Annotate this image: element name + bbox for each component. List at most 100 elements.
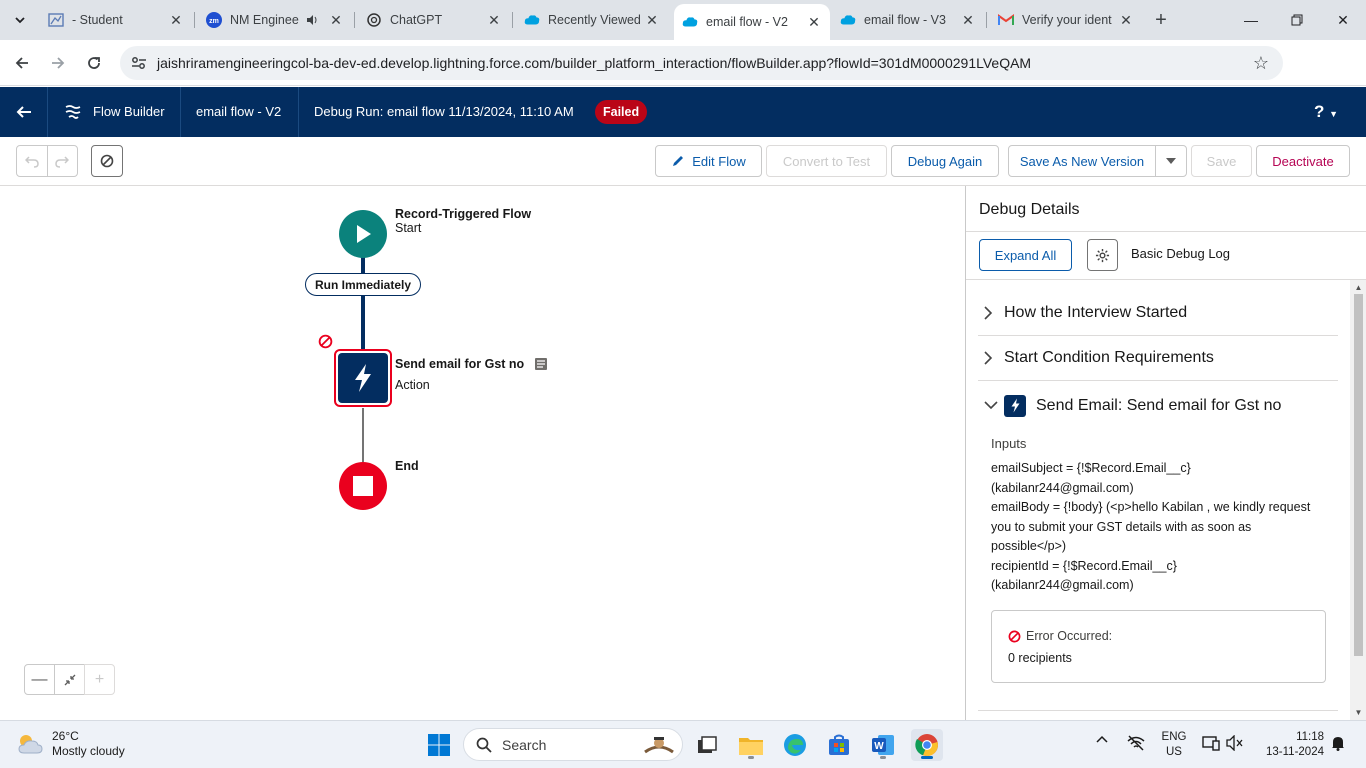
tab-separator xyxy=(194,12,195,28)
input-line: (kabilanr244@gmail.com) xyxy=(991,578,1134,592)
close-icon[interactable]: ✕ xyxy=(168,12,184,28)
browser-tab-chatgpt[interactable]: ChatGPT ✕ xyxy=(358,6,510,34)
network-status[interactable] xyxy=(1126,735,1146,751)
app-name: Flow Builder xyxy=(93,104,165,119)
convert-to-test-button[interactable]: Convert to Test xyxy=(766,145,887,177)
start-node-subtitle: Start xyxy=(395,221,422,235)
debug-run-label: Debug Run: email flow 11/13/2024, 11:10 … xyxy=(314,104,574,119)
section-label: Start Condition Requirements xyxy=(1004,349,1214,366)
input-line: possible</p>) xyxy=(991,539,1067,553)
action-node-title: Send email for Gst no xyxy=(395,357,525,371)
edge-button[interactable] xyxy=(779,729,811,761)
speaker-icon[interactable] xyxy=(304,12,320,28)
input-line: you to submit your GST details with as s… xyxy=(991,519,1252,534)
region-code: US xyxy=(1166,746,1182,758)
taskbar-search[interactable]: Search xyxy=(463,728,683,761)
chrome-button[interactable] xyxy=(911,729,943,761)
browser-tab-nm[interactable]: zm NM Enginee ✕ xyxy=(198,6,352,34)
chevron-right-icon xyxy=(978,351,1004,365)
minimize-button[interactable]: — xyxy=(1236,6,1266,34)
connector-line xyxy=(362,408,364,462)
file-explorer-button[interactable] xyxy=(735,729,767,761)
debug-settings-button[interactable] xyxy=(1087,239,1118,271)
weather-widget[interactable]: 26°C Mostly cloudy xyxy=(16,729,125,759)
action-node-subtitle: Action xyxy=(395,378,430,392)
store-button[interactable] xyxy=(823,729,855,761)
bell-icon xyxy=(1332,737,1344,751)
restore-button[interactable] xyxy=(1282,6,1312,34)
redo-button[interactable] xyxy=(48,146,78,176)
close-icon[interactable]: ✕ xyxy=(1118,12,1134,28)
task-view-button[interactable] xyxy=(691,729,723,761)
input-language[interactable]: ENG US xyxy=(1160,730,1188,760)
close-icon[interactable]: ✕ xyxy=(644,12,660,28)
scroll-down-arrow[interactable]: ▼ xyxy=(1354,708,1363,717)
arrow-left-icon xyxy=(16,106,31,118)
start-button[interactable] xyxy=(423,729,455,761)
scrollbar-thumb[interactable] xyxy=(1354,294,1363,656)
back-to-setup-button[interactable] xyxy=(0,87,48,137)
zoom-in-button[interactable]: + xyxy=(84,664,115,695)
scroll-up-arrow[interactable]: ▲ xyxy=(1354,283,1363,292)
input-line: emailSubject = {!$Record.Email__c} xyxy=(991,461,1191,475)
show-hidden-icons-button[interactable] xyxy=(1096,735,1108,743)
start-node[interactable] xyxy=(339,210,387,258)
toggle-errors-button[interactable] xyxy=(91,145,123,177)
expand-all-button[interactable]: Expand All xyxy=(979,239,1072,271)
save-button[interactable]: Save xyxy=(1191,145,1252,177)
close-icon[interactable]: ✕ xyxy=(806,14,822,30)
convert-to-test-label: Convert to Test xyxy=(782,153,871,169)
help-menu-button[interactable]: ? ▼ xyxy=(1314,102,1338,122)
browser-tab-email-flow-v2[interactable]: email flow - V2 ✕ xyxy=(674,4,830,40)
chatgpt-icon xyxy=(366,12,382,28)
debug-again-button[interactable]: Debug Again xyxy=(891,145,999,177)
bookmark-star-icon[interactable]: ☆ xyxy=(1253,53,1269,74)
flow-builder-icon xyxy=(65,105,81,119)
close-icon[interactable]: ✕ xyxy=(328,12,344,28)
edge-icon xyxy=(784,734,806,756)
edit-flow-button[interactable]: Edit Flow xyxy=(655,145,762,177)
student-portal-icon xyxy=(48,12,64,28)
forward-button[interactable] xyxy=(45,50,71,76)
section-start-condition-requirements[interactable]: Start Condition Requirements xyxy=(978,336,1338,381)
close-icon[interactable]: ✕ xyxy=(486,12,502,28)
close-window-button[interactable]: ✕ xyxy=(1328,6,1358,34)
zoom-out-button[interactable]: — xyxy=(24,664,55,695)
flow-canvas[interactable]: Record-Triggered Flow Start Run Immediat… xyxy=(0,186,965,720)
error-message: 0 recipients xyxy=(1008,651,1072,665)
notifications-button[interactable] xyxy=(1331,735,1345,751)
section-how-interview-started[interactable]: How the Interview Started xyxy=(978,291,1338,336)
end-node[interactable] xyxy=(339,462,387,510)
task-view-icon xyxy=(698,736,717,753)
arrow-right-icon xyxy=(52,57,65,69)
browser-tab-email-flow-v3[interactable]: email flow - V3 ✕ xyxy=(832,6,984,34)
phone-link-status[interactable] xyxy=(1202,735,1220,751)
volume-status[interactable] xyxy=(1226,735,1244,751)
panel-scrollbar[interactable]: ▲ ▼ xyxy=(1350,280,1366,720)
undo-icon xyxy=(24,156,39,168)
back-button[interactable] xyxy=(9,50,35,76)
word-button[interactable]: W xyxy=(867,729,899,761)
new-tab-button[interactable]: + xyxy=(1150,9,1172,31)
deactivate-label: Deactivate xyxy=(1272,153,1334,169)
undo-button[interactable] xyxy=(17,146,48,176)
browser-tab-student[interactable]: - Student ✕ xyxy=(40,6,192,34)
close-icon[interactable]: ✕ xyxy=(960,12,976,28)
tab-search-button[interactable] xyxy=(8,8,32,32)
reload-button[interactable] xyxy=(81,50,107,76)
browser-tab-gmail[interactable]: Verify your ident ✕ xyxy=(990,6,1142,34)
fit-to-view-button[interactable] xyxy=(54,664,85,695)
save-as-new-version-button[interactable]: Save As New Version xyxy=(1008,145,1156,177)
header-divider xyxy=(180,87,181,137)
inputs-heading: Inputs xyxy=(991,436,1027,451)
chevron-down-icon xyxy=(15,17,25,24)
action-node[interactable] xyxy=(334,349,392,407)
section-send-email[interactable]: Send Email: Send email for Gst no xyxy=(978,383,1338,428)
deactivate-button[interactable]: Deactivate xyxy=(1256,145,1350,177)
save-options-menu-button[interactable] xyxy=(1155,145,1187,177)
flow-name: email flow - V2 xyxy=(196,104,282,119)
address-bar[interactable]: jaishriramengineeringcol-ba-dev-ed.devel… xyxy=(120,46,1283,80)
browser-tab-recently-viewed[interactable]: Recently Viewed ✕ xyxy=(516,6,668,34)
system-clock[interactable]: 11:18 13-11-2024 xyxy=(1256,730,1324,760)
gear-icon xyxy=(1095,248,1110,262)
